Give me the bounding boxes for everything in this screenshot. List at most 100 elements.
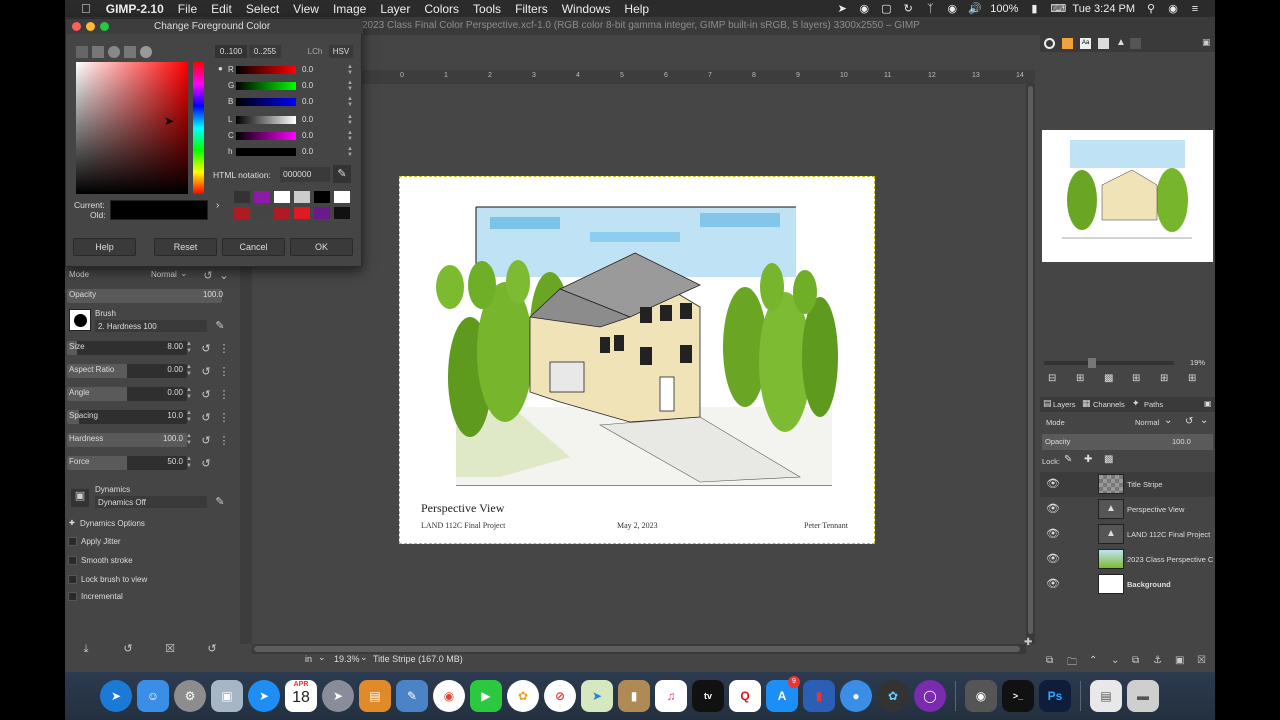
channel-g[interactable]: G 0.0 ▲ ▼: [216, 80, 356, 92]
dock-app-parallels[interactable]: ▮: [803, 680, 835, 712]
dock-trash[interactable]: ▬: [1127, 680, 1159, 712]
save-options-icon[interactable]: ⤓: [79, 642, 93, 656]
siri-icon[interactable]: ◉: [1167, 3, 1179, 15]
edit-dynamics-icon[interactable]: ✎: [213, 495, 227, 509]
horizontal-ruler[interactable]: 0 1 2 3 4 5 6 7 8 9 10 11 12 13 14: [362, 70, 1035, 84]
swatch[interactable]: [234, 191, 250, 203]
expander-icon[interactable]: ✚: [69, 519, 75, 527]
mode-select[interactable]: Normal: [151, 270, 177, 279]
dock-app-notes[interactable]: ▤: [359, 680, 391, 712]
channel-h[interactable]: h 0.0 ▲ ▼: [216, 146, 356, 158]
menu-help[interactable]: Help: [617, 2, 656, 16]
lower-layer-icon[interactable]: ⌄: [1111, 655, 1119, 666]
nav-zoom-handle[interactable]: [1088, 358, 1096, 368]
chevron-down-icon[interactable]: ⌄: [180, 268, 188, 279]
document-history-icon[interactable]: [1098, 38, 1109, 49]
link-icon[interactable]: ⋮: [217, 388, 231, 402]
slider-angle[interactable]: Angle 0.00 ▲ ▼ ↺ ⋮: [65, 385, 237, 405]
close-window-button[interactable]: [72, 22, 81, 31]
cancel-button[interactable]: Cancel: [222, 238, 285, 256]
layer-name[interactable]: Title Stripe: [1127, 480, 1163, 489]
smooth-stroke-row[interactable]: Smooth stroke: [65, 554, 237, 568]
lch-toggle[interactable]: LCh: [304, 45, 326, 58]
radio-selected-icon[interactable]: ●: [218, 64, 223, 73]
link-icon[interactable]: ⋮: [217, 342, 231, 356]
dock-app-gimp[interactable]: ◉: [965, 680, 997, 712]
battery-icon[interactable]: ▮: [1028, 3, 1040, 15]
swatch[interactable]: [294, 191, 310, 203]
reset-value-icon[interactable]: ↺: [199, 365, 213, 379]
menu-filters[interactable]: Filters: [508, 2, 555, 16]
dynamics-options-row[interactable]: ✚ Dynamics Options: [65, 517, 237, 531]
delete-layer-icon[interactable]: ☒: [1197, 655, 1206, 666]
record-icon[interactable]: ◉: [858, 3, 870, 15]
help-button[interactable]: Help: [73, 238, 136, 256]
dock-app-finder[interactable]: ☺: [137, 680, 169, 712]
apple-icon[interactable]: : [65, 1, 99, 16]
spin-arrows-icon[interactable]: ▲ ▼: [347, 64, 353, 76]
hue-slider[interactable]: [193, 62, 204, 194]
spin-arrows-icon[interactable]: ▲ ▼: [185, 456, 193, 470]
raise-layer-icon[interactable]: ⌃: [1089, 655, 1097, 666]
dock-app-davinci[interactable]: ✿: [877, 680, 909, 712]
eye-icon[interactable]: 👁: [1046, 527, 1060, 541]
layer-row[interactable]: 👁 Background: [1040, 572, 1215, 597]
shrink-wrap-icon[interactable]: ⊞: [1188, 373, 1196, 384]
restore-options-icon[interactable]: ↺: [121, 642, 135, 656]
swatch[interactable]: [334, 207, 350, 219]
duplicate-layer-icon[interactable]: ⧉: [1132, 655, 1139, 666]
channel-value[interactable]: 0.0: [302, 147, 313, 156]
spin-arrows-icon[interactable]: ▲ ▼: [185, 364, 193, 378]
dock-app-finder-guide[interactable]: ➤: [100, 680, 132, 712]
brushes-tab-icon[interactable]: [1044, 38, 1055, 49]
dock-app-tv[interactable]: tv: [692, 680, 724, 712]
fit-image-icon[interactable]: ⊞: [1132, 373, 1140, 384]
reset-options-icon[interactable]: ↺: [205, 642, 219, 656]
navigation-tab-icon[interactable]: [1130, 38, 1141, 49]
chevron-down-icon[interactable]: ⌄: [1164, 415, 1172, 426]
menu-file[interactable]: File: [171, 2, 204, 16]
spin-arrows-icon[interactable]: ▲ ▼: [185, 433, 193, 447]
incremental-checkbox[interactable]: [68, 592, 77, 601]
channel-slider-bar[interactable]: [236, 148, 296, 156]
nav-zoom-slider[interactable]: [1044, 358, 1174, 368]
spin-arrows-icon[interactable]: ▲ ▼: [347, 130, 353, 142]
lock-brush-row[interactable]: Lock brush to view: [65, 573, 237, 587]
dock-app-calendar[interactable]: APR 18: [285, 680, 317, 712]
time-machine-icon[interactable]: ↻: [902, 3, 914, 15]
spin-arrows-icon[interactable]: ▲ ▼: [347, 80, 353, 92]
swatch[interactable]: [314, 191, 330, 203]
dock-app-chrome[interactable]: ◉: [433, 680, 465, 712]
scroll-thumb[interactable]: [1028, 86, 1033, 634]
channel-r[interactable]: ● R 0.0 ▲ ▼: [216, 64, 356, 76]
spotlight-icon[interactable]: ⚲: [1145, 3, 1157, 15]
layers-tab-icon[interactable]: ▤: [1043, 398, 1052, 409]
swatch[interactable]: [234, 207, 250, 219]
wheel-tab-icon[interactable]: [108, 46, 120, 58]
apply-jitter-row[interactable]: Apply Jitter: [65, 535, 237, 549]
dock-menu-icon[interactable]: ▣: [1204, 399, 1212, 408]
dock-app-music[interactable]: ♫: [655, 680, 687, 712]
channel-value[interactable]: 0.0: [302, 97, 313, 106]
dock-app-preview-pages[interactable]: ✎: [396, 680, 428, 712]
menubar-clock[interactable]: Tue 3:24 PM: [1072, 3, 1135, 15]
slider-size[interactable]: Size 8.00 ▲ ▼ ↺ ⋮: [65, 339, 237, 359]
slider-force[interactable]: Force 50.0 ▲ ▼ ↺: [65, 454, 237, 474]
palette-tab-icon[interactable]: [140, 46, 152, 58]
menu-tools[interactable]: Tools: [466, 2, 508, 16]
reset-button[interactable]: Reset: [154, 238, 217, 256]
swatch[interactable]: [334, 191, 350, 203]
dock-app-photos[interactable]: ✿: [507, 680, 539, 712]
layer-row[interactable]: 👁 ▲ LAND 112C Final Project: [1040, 522, 1215, 547]
reset-mode-icon[interactable]: ↺: [201, 269, 215, 283]
menu-view[interactable]: View: [286, 2, 326, 16]
patterns-tab-icon[interactable]: [1062, 38, 1073, 49]
channel-slider-bar[interactable]: [236, 82, 296, 90]
channel-value[interactable]: 0.0: [302, 81, 313, 90]
new-layer-group-icon[interactable]: 🗀: [1067, 655, 1077, 672]
smooth-stroke-checkbox[interactable]: [68, 556, 77, 565]
dock-app-messages[interactable]: ●: [840, 680, 872, 712]
channel-slider-bar[interactable]: [236, 66, 296, 74]
channel-c[interactable]: C 0.0 ▲ ▼: [216, 130, 356, 142]
dock-app-news[interactable]: ⊘: [544, 680, 576, 712]
